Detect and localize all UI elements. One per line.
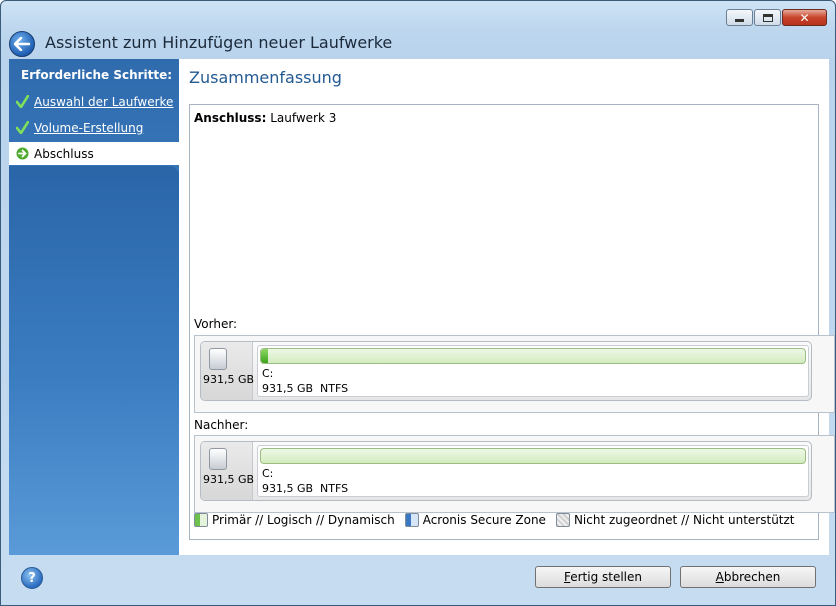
- sidebar-item-volume-creation[interactable]: Volume-Erstellung: [9, 116, 179, 139]
- minimize-icon: [735, 18, 744, 22]
- arrow-right-icon: [15, 147, 29, 161]
- footer: ? Fertig stellen Abbrechen: [1, 555, 836, 606]
- maximize-icon: [762, 13, 773, 22]
- sidebar-background: [9, 166, 179, 555]
- partition-info: 931,5 GB NTFS: [262, 382, 349, 395]
- cancel-mnemonic: A: [715, 570, 724, 584]
- sidebar-item-completion[interactable]: Abschluss: [9, 142, 179, 165]
- summary-label: Anschluss:: [194, 111, 267, 125]
- primary-partition-swatch-icon: [194, 513, 208, 527]
- hard-disk-icon: [209, 448, 227, 470]
- summary-panel: Anschluss: Laufwerk 3 Vorher: 931,5 GB C…: [189, 104, 835, 540]
- before-disk-box: 931,5 GB C: 931,5 GB NTFS: [194, 335, 835, 413]
- legend-unallocated: Nicht zugeordnet // Nicht unterstützt: [555, 513, 795, 527]
- cancel-button[interactable]: Abbrechen: [680, 566, 816, 588]
- disk-size: 931,5 GB: [203, 373, 255, 386]
- steps-sidebar: Erforderliche Schritte: Auswahl der Lauf…: [9, 59, 179, 555]
- page-title: Zusammenfassung: [189, 68, 342, 87]
- partition-usage-bar: [260, 448, 806, 464]
- minimize-button[interactable]: [726, 9, 753, 26]
- close-button[interactable]: ✕: [782, 9, 827, 26]
- disk-after[interactable]: 931,5 GB C: 931,5 GB NTFS: [200, 441, 812, 501]
- summary-line: Anschluss: Laufwerk 3: [194, 111, 336, 125]
- check-icon: [15, 95, 29, 109]
- acronis-zone-swatch-icon: [404, 513, 419, 527]
- partition-name: C:: [262, 467, 274, 480]
- caption-buttons: ✕: [726, 9, 827, 26]
- legend-unallocated-label: Nicht zugeordnet // Nicht unterstützt: [573, 513, 795, 527]
- legend-acronis: Acronis Secure Zone: [404, 513, 546, 527]
- legend-acronis-label: Acronis Secure Zone: [422, 513, 546, 527]
- partition-usage-bar: [260, 348, 806, 364]
- summary-value: Laufwerk 3: [270, 111, 337, 125]
- check-icon: [15, 121, 29, 135]
- unallocated-swatch-icon: [555, 513, 570, 527]
- cancel-label: bbrechen: [723, 570, 781, 584]
- sidebar-item-label: Auswahl der Laufwerke: [34, 94, 174, 109]
- legend-primary-label: Primär // Logisch // Dynamisch: [212, 513, 395, 527]
- finish-label: ertig stellen: [570, 570, 643, 584]
- maximize-button[interactable]: [754, 9, 781, 26]
- disk-info: 931,5 GB: [201, 342, 255, 400]
- disk-size: 931,5 GB: [203, 473, 255, 486]
- partition-usage-fill: [261, 349, 268, 363]
- partition-info: 931,5 GB NTFS: [262, 482, 349, 495]
- sidebar-item-label: Volume-Erstellung: [34, 120, 144, 135]
- partition-c[interactable]: C: 931,5 GB NTFS: [257, 445, 809, 497]
- legend: Primär // Logisch // Dynamisch Acronis S…: [194, 513, 795, 527]
- close-icon: ✕: [799, 10, 810, 25]
- before-label: Vorher:: [194, 317, 238, 331]
- partition-name: C:: [262, 367, 274, 380]
- partition-c[interactable]: C: 931,5 GB NTFS: [257, 345, 809, 397]
- legend-primary: Primär // Logisch // Dynamisch: [194, 513, 395, 527]
- help-icon: ?: [28, 570, 36, 586]
- back-button[interactable]: [9, 31, 35, 57]
- hard-disk-icon: [209, 348, 227, 370]
- finish-button[interactable]: Fertig stellen: [535, 566, 671, 588]
- disk-info: 931,5 GB: [201, 442, 255, 500]
- sidebar-item-drive-selection[interactable]: Auswahl der Laufwerke: [9, 90, 179, 113]
- window-frame: ✕ Assistent zum Hinzufügen neuer Laufwer…: [0, 0, 836, 606]
- client-area: Erforderliche Schritte: Auswahl der Lauf…: [9, 59, 835, 555]
- sidebar-item-label: Abschluss: [34, 146, 94, 161]
- after-label: Nachher:: [194, 418, 249, 432]
- help-button[interactable]: ?: [21, 567, 43, 589]
- back-arrow-icon: [14, 37, 30, 51]
- disk-before[interactable]: 931,5 GB C: 931,5 GB NTFS: [200, 341, 812, 401]
- window-title: Assistent zum Hinzufügen neuer Laufwerke: [45, 33, 393, 52]
- sidebar-heading: Erforderliche Schritte:: [21, 68, 173, 82]
- after-disk-box: 931,5 GB C: 931,5 GB NTFS: [194, 435, 835, 513]
